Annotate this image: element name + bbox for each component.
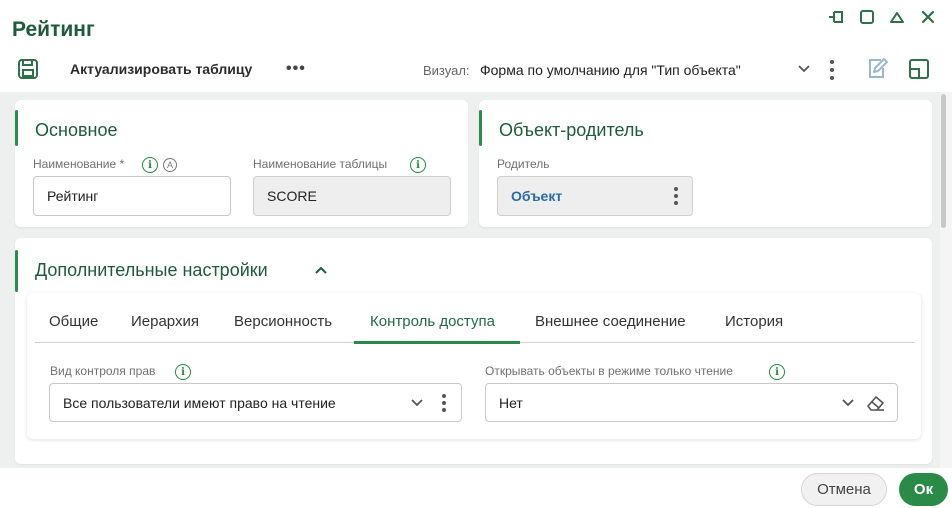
main-card-title: Основное bbox=[35, 120, 118, 140]
access-chevron-down-icon[interactable] bbox=[410, 396, 424, 410]
table-name-value: SCORE bbox=[267, 188, 317, 204]
readonly-label: Открывать объекты в режиме только чтение bbox=[485, 364, 733, 378]
tab-history[interactable]: История bbox=[725, 313, 783, 330]
access-type-value: Все пользователи имеют право на чтение bbox=[63, 394, 336, 411]
tab-versioning[interactable]: Версионность bbox=[234, 313, 332, 330]
access-type-label: Вид контроля прав bbox=[50, 364, 156, 378]
parent-link[interactable]: Объект bbox=[511, 188, 562, 204]
close-icon[interactable] bbox=[918, 8, 938, 26]
more-menu-button[interactable]: ••• bbox=[286, 60, 306, 78]
refresh-table-button[interactable]: Актуализировать таблицу bbox=[70, 61, 252, 77]
collapse-icon[interactable] bbox=[887, 8, 907, 26]
parent-label: Родитель bbox=[497, 157, 550, 171]
pin-icon[interactable] bbox=[826, 8, 846, 26]
name-label: Наименование * bbox=[33, 157, 125, 171]
scrollbar-thumb[interactable] bbox=[941, 94, 946, 228]
access-type-info-icon[interactable]: i bbox=[175, 364, 191, 380]
layout-icon[interactable] bbox=[907, 57, 931, 86]
readonly-select[interactable]: Нет bbox=[485, 383, 898, 422]
save-icon[interactable] bbox=[17, 58, 39, 80]
parent-card-title: Объект-родитель bbox=[499, 120, 644, 140]
access-options-icon[interactable] bbox=[441, 393, 447, 413]
parent-card-accent bbox=[479, 110, 482, 146]
parent-options-icon[interactable] bbox=[673, 186, 679, 206]
main-card-accent bbox=[15, 110, 18, 146]
parent-field[interactable]: Объект bbox=[497, 176, 693, 216]
tab-general[interactable]: Общие bbox=[49, 313, 98, 330]
cancel-button[interactable]: Отмена bbox=[801, 473, 887, 506]
visual-label: Визуал: bbox=[423, 63, 470, 78]
extra-card-accent bbox=[15, 250, 18, 292]
readonly-info-icon[interactable]: i bbox=[769, 364, 785, 380]
extra-card-title: Дополнительные настройки bbox=[35, 260, 268, 280]
chevron-down-icon[interactable] bbox=[797, 62, 811, 81]
eraser-icon[interactable] bbox=[866, 394, 886, 412]
readonly-value: Нет bbox=[499, 394, 523, 411]
visual-select[interactable]: Форма по умолчанию для "Тип объекта" bbox=[480, 62, 741, 78]
table-name-input: SCORE bbox=[253, 176, 451, 216]
window-title: Рейтинг bbox=[12, 18, 95, 41]
tab-external-connection[interactable]: Внешнее соединение bbox=[535, 313, 686, 330]
table-name-info-icon[interactable]: i bbox=[410, 157, 426, 173]
edit-icon[interactable] bbox=[866, 57, 890, 86]
name-input-value: Рейтинг bbox=[47, 188, 99, 204]
tab-access-control[interactable]: Контроль доступа bbox=[370, 313, 495, 330]
table-name-label: Наименование таблицы bbox=[253, 157, 388, 171]
access-type-select[interactable]: Все пользователи имеют право на чтение bbox=[49, 383, 462, 422]
readonly-chevron-down-icon[interactable] bbox=[841, 396, 855, 410]
name-info-icon[interactable]: i bbox=[142, 157, 158, 173]
maximize-icon[interactable] bbox=[857, 8, 877, 26]
name-auto-icon[interactable]: A bbox=[163, 158, 177, 172]
active-tab-indicator bbox=[354, 341, 520, 344]
ok-button[interactable]: Ок bbox=[899, 473, 948, 506]
name-input[interactable]: Рейтинг bbox=[33, 176, 231, 216]
tab-hierarchy[interactable]: Иерархия bbox=[131, 313, 199, 330]
chevron-up-icon[interactable] bbox=[313, 263, 329, 282]
visual-options-icon[interactable] bbox=[828, 59, 836, 86]
